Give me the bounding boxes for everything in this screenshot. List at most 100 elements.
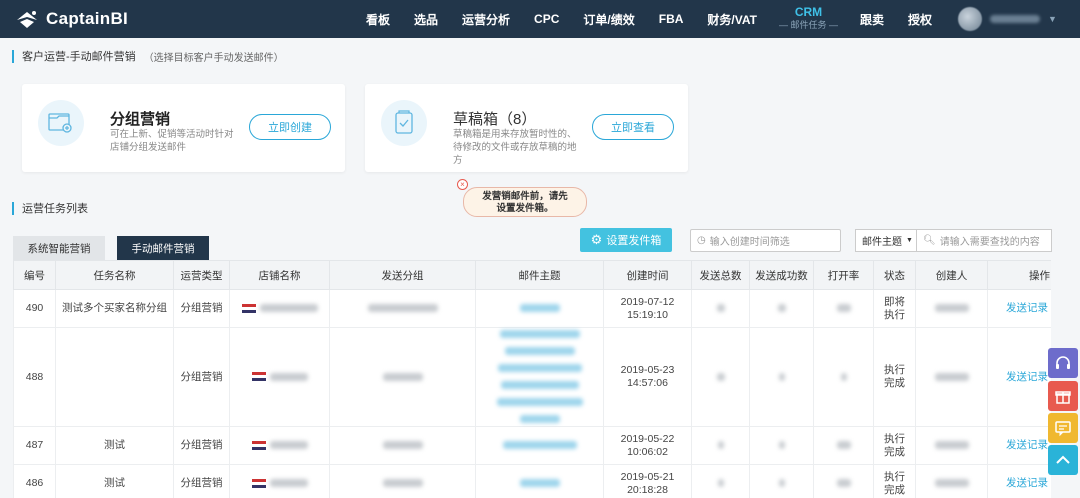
blurred-subject bbox=[504, 347, 575, 356]
created-time: 10:06:02 bbox=[627, 445, 668, 458]
table-row: 488 分组营销 2019-05-2314:57:06 执行完成 发送记录删除 bbox=[13, 327, 1051, 427]
created-time: 20:18:28 bbox=[627, 483, 668, 496]
nav-authorize[interactable]: 授权 bbox=[896, 11, 944, 28]
close-icon[interactable]: × bbox=[457, 179, 468, 190]
nav-orders[interactable]: 订单/绩效 bbox=[571, 11, 646, 28]
blurred-subject bbox=[499, 330, 580, 339]
blurred-rate bbox=[840, 372, 847, 381]
cell-subject[interactable] bbox=[475, 464, 604, 498]
blurred-total bbox=[717, 441, 724, 450]
subject-select[interactable]: 邮件主题 ▼ bbox=[855, 229, 917, 252]
blurred-subject bbox=[502, 441, 577, 450]
cell-subject[interactable] bbox=[475, 426, 604, 465]
cell-shop bbox=[229, 327, 330, 427]
top-nav-bar: CaptainBI 看板 选品 运营分析 CPC 订单/绩效 FBA 财务/VA… bbox=[0, 0, 1080, 38]
title-accent-bar bbox=[12, 201, 14, 215]
col-header-type: 运营类型 bbox=[173, 260, 230, 290]
blurred-subject bbox=[500, 381, 579, 390]
send-record-link[interactable]: 发送记录 bbox=[1006, 439, 1048, 451]
col-header-open-rate: 打开率 bbox=[813, 260, 874, 290]
set-mailbox-button[interactable]: ⚙ 设置发件箱 bbox=[580, 228, 672, 252]
cell-status: 执行 完成 bbox=[873, 464, 916, 498]
us-flag-icon bbox=[251, 440, 266, 450]
tab-manual-mail-marketing[interactable]: 手动邮件营销 bbox=[117, 236, 209, 260]
cell-status: 执行 完成 bbox=[873, 426, 916, 465]
set-mailbox-label: 设置发件箱 bbox=[606, 235, 662, 247]
col-header-status: 状态 bbox=[873, 260, 916, 290]
created-date: 2019-05-23 bbox=[620, 364, 675, 376]
headset-icon[interactable] bbox=[1048, 348, 1078, 378]
create-now-button[interactable]: 立即创建 bbox=[249, 114, 331, 140]
cell-actions: 发送记录删除 bbox=[987, 464, 1051, 498]
cell-success bbox=[749, 327, 814, 427]
nav-follow-sell[interactable]: 跟卖 bbox=[848, 11, 896, 28]
send-record-link[interactable]: 发送记录 bbox=[1006, 371, 1048, 383]
title-accent-bar bbox=[12, 49, 14, 63]
task-table: 编号 任务名称 运营类型 店铺名称 发送分组 邮件主题 创建时间 发送总数 发送… bbox=[13, 260, 1051, 498]
nav-finance-vat[interactable]: 财务/VAT bbox=[695, 11, 769, 28]
cell-actions: 发送记录删除 bbox=[987, 289, 1051, 328]
col-header-total: 发送总数 bbox=[691, 260, 750, 290]
cell-created: 2019-05-23 14:57:06 bbox=[603, 327, 692, 427]
nav-fba[interactable]: FBA bbox=[647, 12, 696, 26]
user-menu[interactable]: ▼ bbox=[958, 7, 1057, 31]
blurred-subject bbox=[497, 364, 582, 373]
card-desc: 可在上新、促销等活动时针对店铺分组发送邮件 bbox=[110, 129, 234, 153]
cell-id: 488 bbox=[13, 327, 56, 427]
cell-status: 执行 完成 bbox=[873, 327, 916, 427]
col-header-actions: 操作 bbox=[987, 260, 1051, 290]
back-to-top-icon[interactable] bbox=[1048, 445, 1078, 475]
status-line1: 即将 bbox=[884, 295, 905, 308]
subject-select-value: 邮件主题 bbox=[862, 237, 902, 248]
send-record-link[interactable]: 发送记录 bbox=[1006, 302, 1048, 314]
cell-success bbox=[749, 426, 814, 465]
nav-dashboard[interactable]: 看板 bbox=[354, 11, 402, 28]
logo-text: CaptainBI bbox=[46, 9, 129, 28]
status-line2: 完成 bbox=[884, 377, 905, 389]
group-marketing-card: 分组营销 可在上新、促销等活动时针对店铺分组发送邮件 立即创建 bbox=[22, 84, 345, 172]
task-list-header: 运营任务列表 bbox=[12, 200, 88, 216]
time-filter-input[interactable]: ◷ 输入创建时间筛选 bbox=[690, 229, 841, 252]
nav-crm[interactable]: CRM — 邮件任务 — bbox=[769, 6, 848, 32]
draft-box-icon bbox=[381, 100, 427, 146]
col-header-created: 创建时间 bbox=[603, 260, 692, 290]
tab-system-smart-marketing[interactable]: 系统智能营销 bbox=[13, 236, 105, 260]
status-line2: 完成 bbox=[884, 445, 905, 458]
cell-subject[interactable] bbox=[475, 289, 604, 328]
cell-subject[interactable] bbox=[475, 327, 604, 427]
cell-type: 分组营销 bbox=[173, 464, 230, 498]
group-mail-icon bbox=[38, 100, 84, 146]
cell-name: 测试 bbox=[55, 464, 174, 498]
blurred-total bbox=[717, 479, 724, 488]
cell-created: 2019-05-21 20:18:28 bbox=[603, 464, 692, 498]
nav-operation-analysis[interactable]: 运营分析 bbox=[450, 11, 522, 28]
user-name-blurred bbox=[990, 15, 1041, 23]
blurred-success bbox=[778, 372, 785, 381]
created-date: 2019-05-21 bbox=[620, 470, 675, 483]
status-line1: 执行 bbox=[884, 432, 905, 445]
cell-group bbox=[329, 464, 476, 498]
cell-shop bbox=[229, 289, 330, 328]
cell-id: 490 bbox=[13, 289, 56, 328]
nav-product-selection[interactable]: 选品 bbox=[402, 11, 450, 28]
feedback-icon[interactable] bbox=[1048, 413, 1078, 443]
blurred-creator bbox=[934, 479, 969, 488]
cell-shop bbox=[229, 464, 330, 498]
blurred-rate bbox=[836, 441, 851, 450]
cell-open-rate bbox=[813, 289, 874, 328]
clock-icon: ◷ bbox=[697, 235, 706, 246]
us-flag-icon bbox=[251, 372, 266, 382]
search-input[interactable]: 🔍︎ 请输入需要查找的内容 bbox=[916, 229, 1052, 252]
gift-icon[interactable] bbox=[1048, 381, 1078, 411]
send-record-link[interactable]: 发送记录 bbox=[1006, 477, 1048, 489]
logo[interactable]: CaptainBI bbox=[14, 8, 334, 30]
created-date: 2019-05-22 bbox=[620, 432, 675, 445]
col-header-subject: 邮件主题 bbox=[475, 260, 604, 290]
breadcrumb: 客户运营-手动邮件营销 （选择目标客户手动发送邮件） bbox=[12, 48, 284, 64]
blurred-creator bbox=[934, 304, 969, 313]
view-now-button[interactable]: 立即查看 bbox=[592, 114, 674, 140]
cell-group bbox=[329, 327, 476, 427]
table-row: 486 测试 分组营销 2019-05-21 20:18:28 执行 完成 发送记录… bbox=[13, 464, 1051, 498]
cell-creator bbox=[915, 327, 988, 427]
nav-cpc[interactable]: CPC bbox=[522, 12, 571, 26]
